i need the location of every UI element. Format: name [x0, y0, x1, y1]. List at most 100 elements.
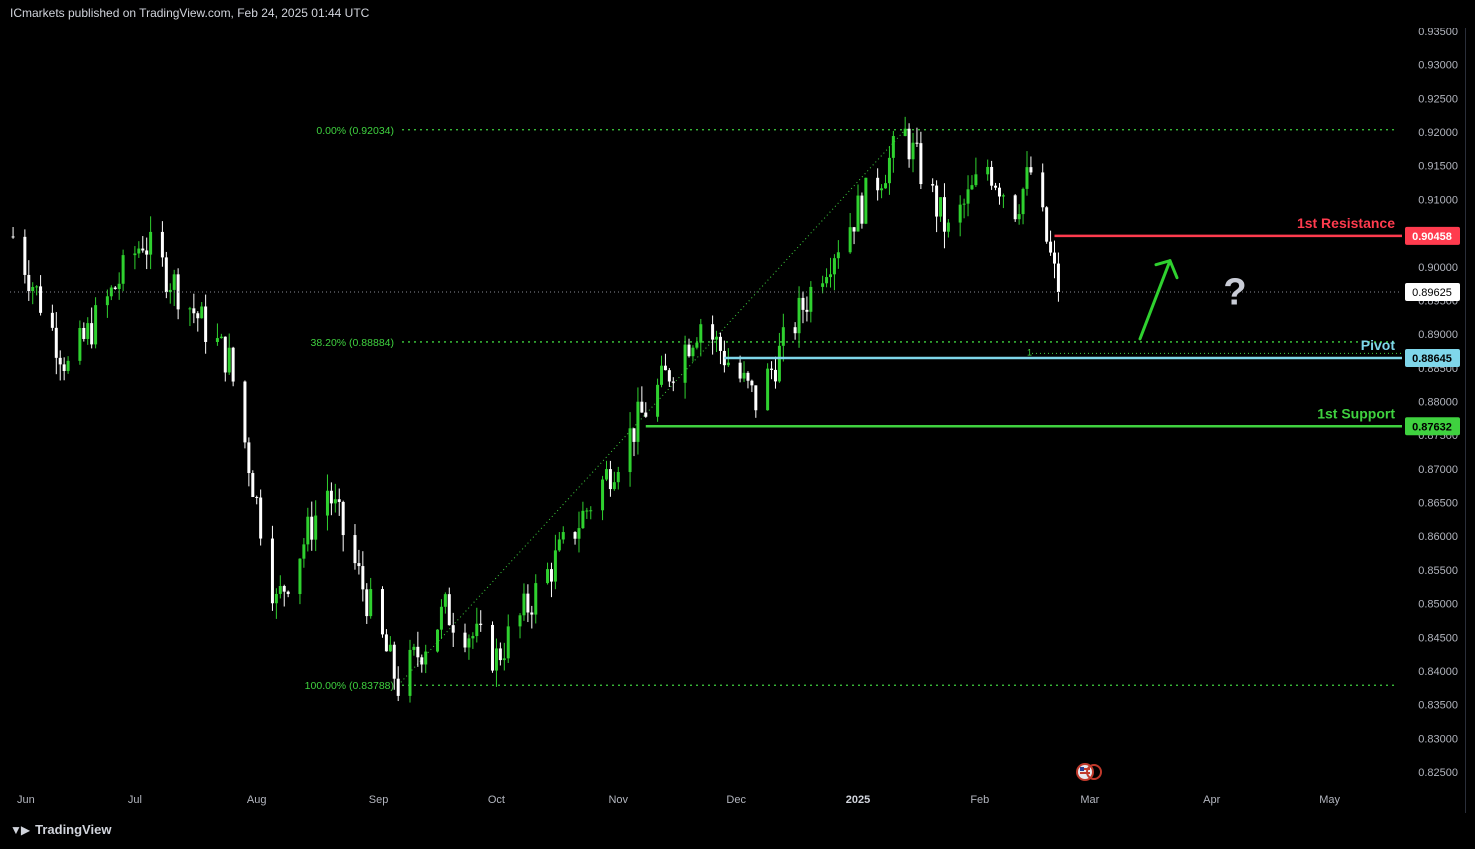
candles — [11, 116, 1060, 703]
candle-body — [392, 644, 396, 679]
candle-body — [557, 539, 561, 551]
candle-body — [1021, 188, 1025, 215]
candle-body — [270, 538, 274, 604]
candle-body — [746, 372, 750, 381]
x-tick-label: Nov — [608, 794, 628, 806]
y-tick-label: 0.83500 — [1418, 700, 1458, 712]
candle-body — [50, 312, 54, 328]
x-tick-label: Dec — [726, 794, 746, 806]
candle-body — [408, 649, 412, 696]
x-tick-label: Oct — [488, 794, 505, 806]
candle-body — [876, 177, 880, 191]
current-price-label: 0.89625 — [1412, 287, 1452, 299]
candle-body — [935, 185, 939, 217]
candle-body — [439, 606, 443, 630]
candle-body — [711, 324, 715, 340]
candle-body — [699, 324, 703, 343]
price-tag-label: 0.87632 — [1412, 421, 1452, 433]
y-axis-ticks: 0.93500 0.93000 0.92500 0.92000 0.91500 0.910… — [1418, 26, 1458, 779]
candle-body — [113, 287, 117, 289]
x-tick-label: Aug — [247, 794, 267, 806]
x-tick-label: Jun — [17, 794, 35, 806]
candle-body — [231, 347, 235, 382]
candle-body — [192, 308, 196, 314]
x-axis-ticks: Jun Jul Aug Sep Oct Nov Dec 2025 Feb Mar Apr May — [17, 794, 1340, 806]
candle-body — [227, 347, 231, 373]
candle-body — [1017, 214, 1021, 220]
candle-body — [561, 532, 565, 540]
candle-body — [200, 306, 204, 319]
candle-body — [577, 528, 581, 539]
candle-body — [247, 442, 251, 474]
y-tick-label: 0.91500 — [1418, 161, 1458, 173]
candle-body — [522, 593, 526, 616]
candle-body — [1025, 167, 1029, 189]
y-tick-label: 0.93500 — [1418, 28, 1458, 38]
candle-body — [848, 227, 852, 253]
candle-body — [54, 327, 58, 358]
candle-body — [274, 593, 278, 604]
candle-body — [1052, 252, 1056, 264]
price-tag-label: 0.88645 — [1412, 353, 1452, 365]
candle-body — [424, 651, 428, 665]
candle-body — [903, 128, 907, 137]
candle-body — [660, 365, 664, 385]
candle-body — [141, 248, 145, 251]
y-tick-label: 0.87000 — [1418, 464, 1458, 476]
candle-body — [39, 286, 43, 313]
candle-body — [365, 589, 369, 617]
y-tick-label: 0.82500 — [1418, 767, 1458, 779]
candle-body — [357, 563, 361, 567]
candle-body — [388, 644, 392, 652]
key-levels: 0.89625 1st Resistance 0.90458 Pivot 0.88645… — [10, 215, 1460, 436]
x-tick-label: Sep — [369, 794, 389, 806]
candle-body — [640, 401, 644, 413]
candle-body — [781, 327, 785, 346]
candle-body — [793, 327, 797, 334]
fib-level-label: 38.20% (0.88884) — [311, 337, 394, 349]
candle-body — [919, 143, 923, 185]
candle-body — [62, 364, 66, 371]
y-tick-label: 0.84000 — [1418, 666, 1458, 678]
candle-body — [341, 501, 345, 536]
candle-body — [809, 286, 813, 312]
candle-body — [412, 646, 416, 650]
y-tick-label: 0.90000 — [1418, 262, 1458, 274]
candle-body — [259, 497, 263, 539]
candle-body — [939, 197, 943, 217]
candle-body — [325, 490, 329, 516]
fib-level-label: 100.00% (0.83788) — [305, 680, 394, 692]
candle-body — [884, 183, 888, 189]
candle-body — [986, 166, 990, 175]
candle-body — [353, 535, 357, 564]
candle-body — [223, 336, 227, 373]
candle-body — [443, 594, 447, 607]
candle-body — [306, 516, 310, 545]
candle-body — [133, 253, 137, 256]
candle-body — [498, 648, 502, 661]
candle-body — [828, 274, 832, 278]
chart-canvas[interactable]: 0.93500 0.93000 0.92500 0.92000 0.91500 0.910… — [10, 26, 1465, 813]
candle-body — [1001, 195, 1005, 197]
candle-body — [1041, 172, 1045, 208]
candle-body — [687, 344, 691, 357]
x-tick-label: Feb — [970, 794, 989, 806]
y-tick-label: 0.85500 — [1418, 565, 1458, 577]
candle-body — [518, 615, 522, 627]
candle-body — [164, 257, 168, 293]
level-name: Pivot — [1361, 337, 1396, 353]
candle-body — [632, 428, 636, 442]
candle-body — [663, 365, 667, 371]
candle-body — [726, 362, 730, 366]
candle-body — [656, 384, 660, 417]
candle-body — [601, 479, 605, 511]
candle-body — [416, 646, 420, 658]
candle-body — [589, 510, 593, 512]
y-tick-label: 0.92500 — [1418, 93, 1458, 105]
price-chart[interactable]: 0.93500 0.93000 0.92500 0.92000 0.91500 0.910… — [10, 26, 1466, 813]
candle-body — [479, 623, 483, 625]
annotations: ? — [1076, 259, 1247, 781]
candle-body — [990, 166, 994, 186]
candle-body — [573, 532, 577, 539]
candle-body — [773, 369, 777, 382]
